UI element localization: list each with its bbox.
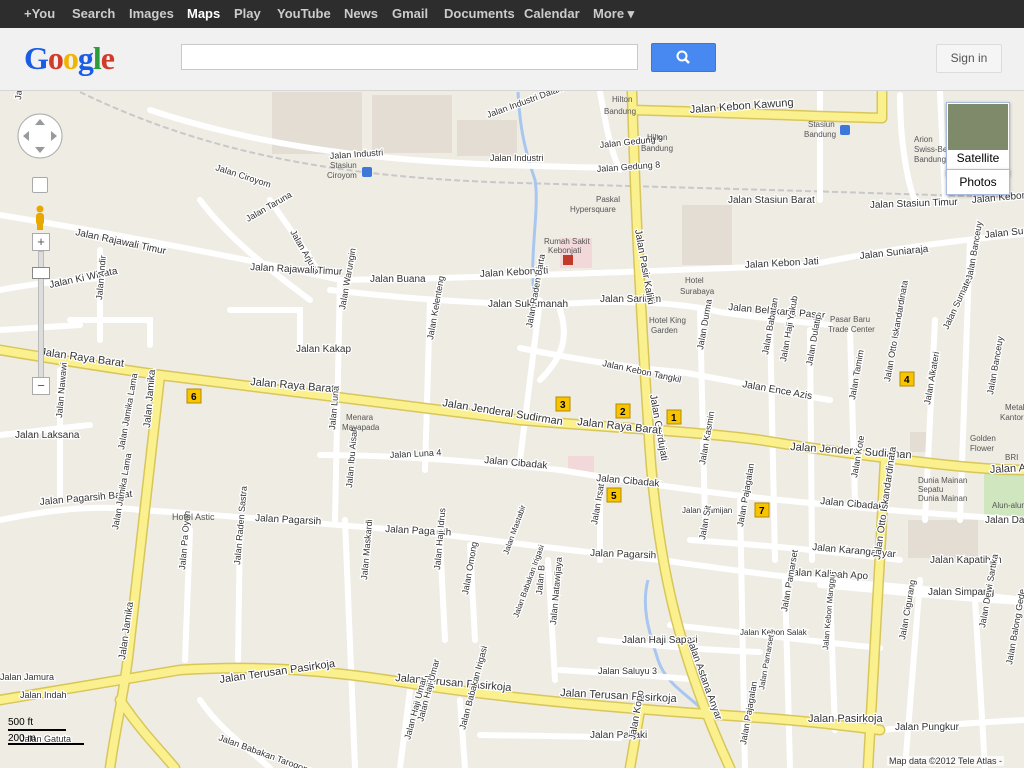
poi-label: Mayapada: [342, 423, 380, 432]
poi-label: Pasar Baru: [830, 315, 870, 324]
poi-label: Golden: [970, 434, 996, 443]
poi-label: Bandung: [641, 144, 673, 153]
nav-images[interactable]: Images: [129, 0, 174, 28]
poi-label: Hilton: [647, 133, 667, 142]
scale-bar-meters: [8, 743, 84, 745]
poi-label: Menara: [346, 413, 374, 422]
poi-label: Kebonjati: [548, 246, 582, 255]
street-label: Jalan Indah: [20, 690, 67, 700]
result-marker-5[interactable]: 5: [606, 487, 622, 503]
result-marker-1[interactable]: 1: [666, 409, 682, 425]
result-marker-7[interactable]: 7: [754, 502, 770, 518]
poi-label: Arion: [914, 135, 933, 144]
poi-label: Hotel Astic: [172, 512, 215, 522]
poi-label: Garden: [651, 326, 678, 335]
street-label: Jalan Dalem Kaum: [985, 515, 1024, 526]
header: Google Sign in: [0, 28, 1024, 91]
svg-text:1: 1: [671, 413, 677, 424]
poi-label: Alun-alun: [992, 501, 1024, 510]
train-station-icon: [840, 125, 850, 135]
poi-label: Bandung: [804, 130, 836, 139]
street-label: Jalan Laksana: [15, 430, 80, 441]
magnifier-icon: [676, 50, 690, 64]
result-marker-4[interactable]: 4: [899, 371, 915, 387]
street-label: Jalan Industri: [490, 153, 544, 163]
poi-label: Surabaya: [680, 287, 715, 296]
svg-text:3: 3: [560, 400, 566, 411]
street-label: Jalan Saluyu 3: [598, 666, 657, 676]
pegman-icon[interactable]: [32, 205, 48, 236]
result-marker-2[interactable]: 2: [615, 403, 631, 419]
photos-button[interactable]: Photos: [946, 169, 1010, 195]
nav-+you[interactable]: +You: [24, 0, 55, 28]
poi-label: Stasiun: [808, 120, 835, 129]
poi-label: Rumah Sakit: [544, 237, 591, 246]
svg-text:2: 2: [620, 407, 626, 418]
map-attribution: Map data ©2012 Tele Atlas -: [886, 756, 1004, 766]
poi-label: Hilton: [612, 95, 632, 104]
pan-control[interactable]: [15, 111, 65, 166]
poi-label: Flower: [970, 444, 994, 453]
poi-label: Trade Center: [828, 325, 875, 334]
poi-label: Sepatu: [918, 485, 943, 494]
street-label: Jalan Stasiun Barat: [728, 195, 815, 206]
satellite-label: Satellite: [956, 151, 1000, 165]
sign-in-button[interactable]: Sign in: [936, 44, 1002, 73]
poi-label: Hotel: [685, 276, 704, 285]
top-navigation-bar: +You Search Images Maps Play YouTube News Gmail…: [0, 0, 1024, 28]
map-canvas[interactable]: Jalan Kebon Kawung Jalan Industri Dalam Ja…: [0, 91, 1024, 768]
street-label: Jalan Jamura: [0, 672, 54, 682]
poi-label: Dunia Mainan: [918, 476, 967, 485]
search-button[interactable]: [651, 43, 716, 72]
search-input[interactable]: [181, 44, 638, 70]
nav-documents[interactable]: Documents: [444, 0, 515, 28]
svg-text:6: 6: [191, 392, 197, 403]
hospital-icon: [563, 255, 573, 265]
poi-label: Hypersquare: [570, 205, 616, 214]
satellite-button[interactable]: Satellite: [946, 102, 1010, 176]
nav-calendar[interactable]: Calendar: [524, 0, 580, 28]
nav-maps[interactable]: Maps: [187, 0, 220, 28]
nav-search[interactable]: Search: [72, 0, 115, 28]
poi-label: Hotel King: [649, 316, 686, 325]
zoom-in-button[interactable]: +: [32, 233, 50, 251]
poi-label: Metal: [1005, 403, 1024, 412]
svg-text:4: 4: [904, 375, 910, 386]
result-marker-3[interactable]: 3: [555, 396, 571, 412]
svg-text:7: 7: [759, 506, 765, 517]
result-marker-6[interactable]: 6: [186, 388, 202, 404]
nav-gmail[interactable]: Gmail: [392, 0, 428, 28]
zoom-slider-handle[interactable]: [32, 267, 50, 279]
photos-label: Photos: [959, 175, 997, 189]
poi-label: BRI: [1005, 453, 1018, 462]
scale-bar: [8, 729, 66, 731]
poi-label: Ciroyom: [327, 171, 357, 180]
street-label: Jalan Pagarsih: [590, 548, 656, 561]
poi-label: Stasiun: [330, 161, 357, 170]
train-station-icon: [362, 167, 372, 177]
nav-more[interactable]: More ▾: [593, 0, 634, 28]
scale-feet: 500 ft: [8, 717, 34, 728]
street-view-reset-button[interactable]: [32, 177, 48, 193]
satellite-thumbnail: [948, 104, 1008, 150]
poi-label: Dunia Mainan: [918, 494, 967, 503]
svg-text:5: 5: [611, 491, 617, 502]
street-label: Jalan Pasirkoja: [808, 713, 883, 725]
google-logo[interactable]: Google: [24, 40, 115, 77]
poi-label: Bandung: [914, 155, 946, 164]
poi-label: Kantor: [1000, 413, 1024, 422]
zoom-out-button[interactable]: −: [32, 377, 50, 395]
street-label: Jalan Kakap: [296, 344, 351, 355]
poi-label: Paskal: [596, 195, 620, 204]
poi-label: Bandung: [604, 107, 636, 116]
nav-news[interactable]: News: [344, 0, 378, 28]
nav-play[interactable]: Play: [234, 0, 261, 28]
street-label: Jalan Buana: [370, 274, 426, 285]
street-label: Jalan Pungkur: [895, 722, 960, 733]
nav-youtube[interactable]: YouTube: [277, 0, 331, 28]
